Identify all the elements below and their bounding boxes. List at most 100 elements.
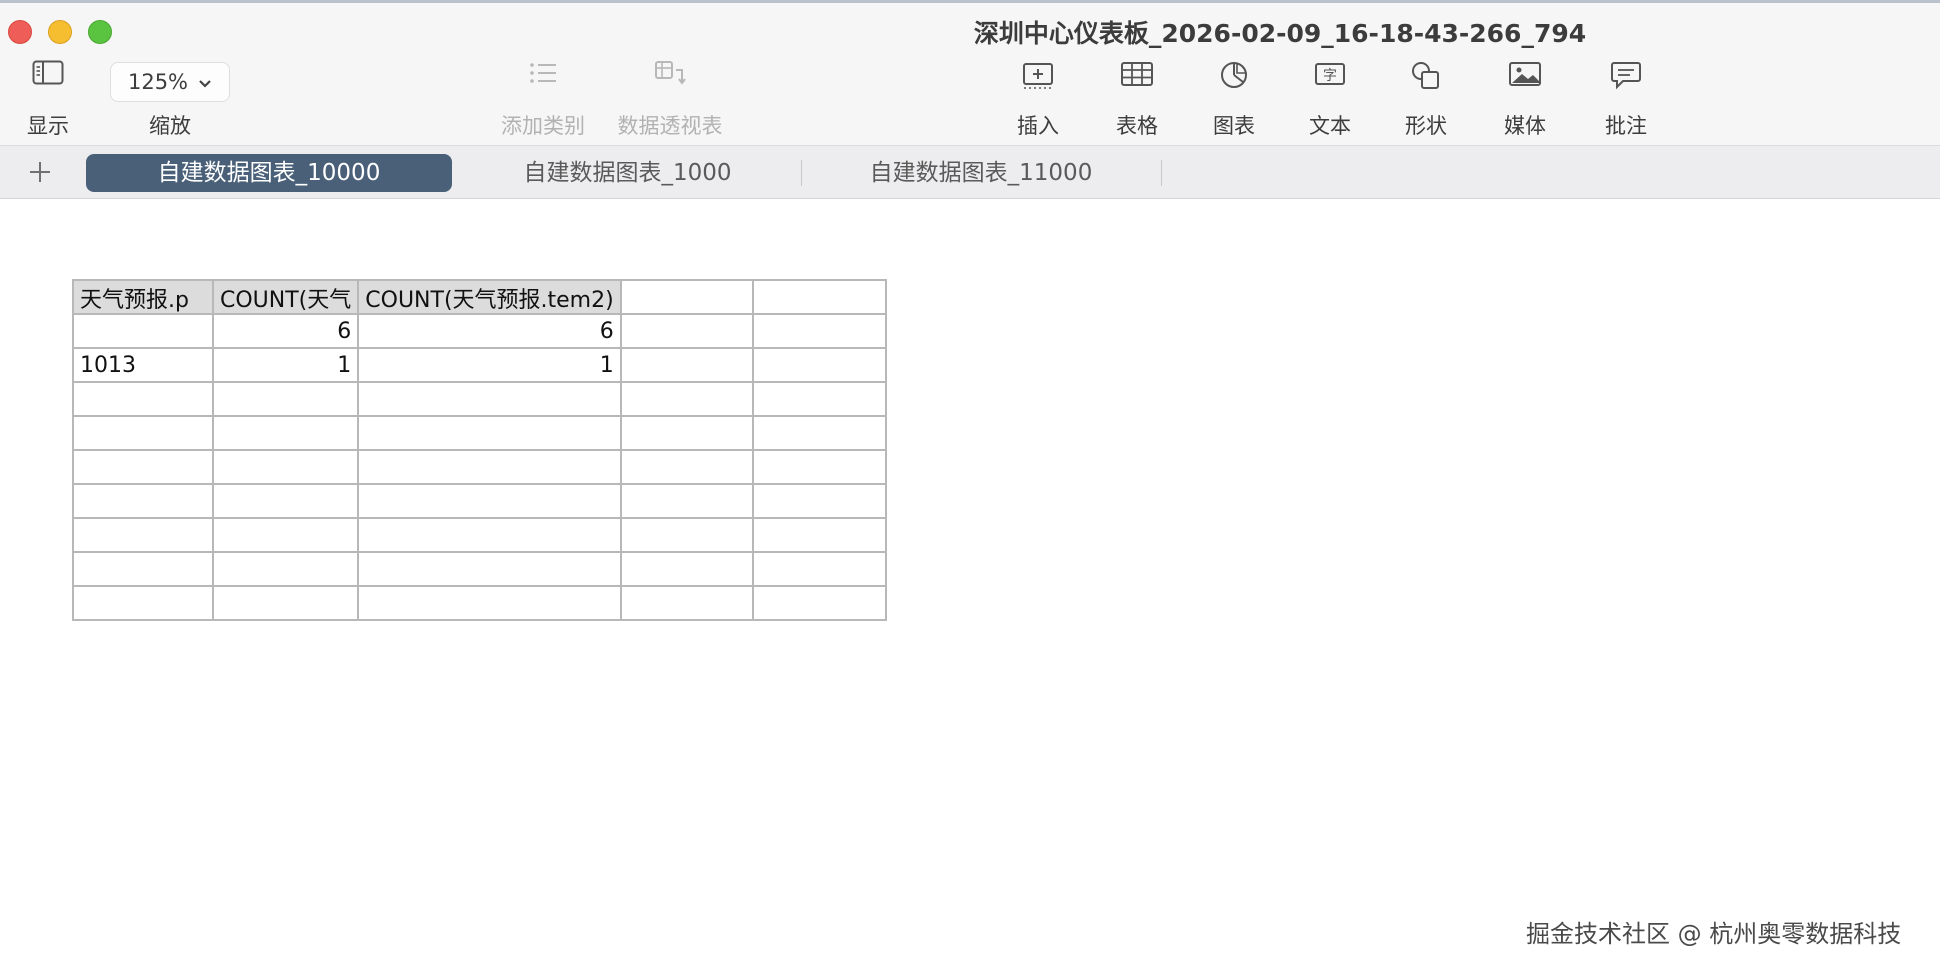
table-cell[interactable] — [72, 449, 214, 485]
tab-sheet-11000[interactable]: 自建数据图表_11000 — [802, 154, 1160, 192]
table-cell[interactable] — [211, 551, 360, 587]
table-row: 6 6 — [72, 313, 887, 349]
table-cell[interactable] — [751, 415, 887, 451]
view-label: 显示 — [27, 114, 69, 138]
table-cell[interactable] — [357, 415, 622, 451]
image-icon — [1479, 60, 1571, 102]
chart-button[interactable]: 图表 — [1188, 60, 1280, 140]
table-cell[interactable]: 6 — [357, 313, 622, 349]
table-row — [72, 551, 887, 587]
tab-separator — [1161, 160, 1162, 186]
table-row — [72, 449, 887, 485]
header-cell[interactable]: COUNT(天气预报.tem2) — [357, 279, 622, 315]
close-window-button[interactable] — [8, 20, 32, 44]
table-cell[interactable] — [211, 585, 360, 621]
comment-icon — [1580, 60, 1672, 102]
zoom-value: 125% — [127, 70, 189, 94]
table-cell[interactable] — [211, 517, 360, 553]
table-cell[interactable] — [751, 517, 887, 553]
table-row — [72, 381, 887, 417]
table-cell[interactable]: 6 — [211, 313, 360, 349]
minimize-window-button[interactable] — [48, 20, 72, 44]
table-cell[interactable] — [751, 551, 887, 587]
table-cell[interactable] — [619, 483, 754, 519]
table-cell[interactable] — [72, 585, 214, 621]
table-cell[interactable] — [357, 483, 622, 519]
table-cell[interactable] — [72, 313, 214, 349]
table-label: 表格 — [1116, 114, 1158, 138]
add-category-label: 添加类别 — [501, 114, 585, 138]
table-cell[interactable] — [72, 517, 214, 553]
table-cell[interactable] — [357, 551, 622, 587]
table-cell[interactable] — [619, 381, 754, 417]
table-row — [72, 483, 887, 519]
header-cell[interactable]: 天气预报.p — [72, 279, 214, 315]
table-cell[interactable]: 1 — [357, 347, 622, 383]
zoom-label: 缩放 — [149, 114, 191, 138]
svg-text:字: 字 — [1323, 68, 1337, 84]
pivot-table-button[interactable]: 数据透视表 — [610, 60, 730, 140]
shape-button[interactable]: 形状 — [1380, 60, 1472, 140]
table-cell[interactable] — [211, 415, 360, 451]
table-cell[interactable] — [211, 449, 360, 485]
table-cell[interactable] — [357, 381, 622, 417]
table-cell[interactable] — [357, 449, 622, 485]
table-cell[interactable] — [751, 347, 887, 383]
header-cell[interactable] — [619, 279, 754, 315]
table-cell[interactable] — [211, 381, 360, 417]
toolbar: 深圳中心仪表板_2026-02-09_16-18-43-266_794 显示 1… — [0, 0, 1940, 145]
zoom-select[interactable]: 125% — [110, 62, 230, 102]
fullscreen-window-button[interactable] — [88, 20, 112, 44]
insert-button[interactable]: 插入 — [992, 60, 1084, 140]
add-category-button[interactable]: 添加类别 — [497, 60, 589, 140]
comment-button[interactable]: 批注 — [1580, 60, 1672, 140]
comment-label: 批注 — [1605, 114, 1647, 138]
media-button[interactable]: 媒体 — [1479, 60, 1571, 140]
tab-sheet-10000[interactable]: 自建数据图表_10000 — [86, 154, 452, 192]
table-cell[interactable] — [751, 449, 887, 485]
window-top-edge — [0, 0, 1940, 3]
add-sheet-button[interactable] — [22, 154, 58, 190]
table-cell[interactable] — [357, 585, 622, 621]
table-cell[interactable]: 1 — [211, 347, 360, 383]
table-cell[interactable] — [619, 551, 754, 587]
text-box-icon: 字 — [1284, 60, 1376, 102]
table-cell[interactable] — [751, 313, 887, 349]
table-cell[interactable] — [751, 585, 887, 621]
table-row — [72, 585, 887, 621]
table-cell[interactable] — [619, 517, 754, 553]
header-cell[interactable] — [751, 279, 887, 315]
table-cell[interactable] — [357, 517, 622, 553]
table-cell[interactable] — [619, 347, 754, 383]
text-label: 文本 — [1309, 114, 1351, 138]
header-row: 天气预报.p COUNT(天气 COUNT(天气预报.tem2) — [72, 279, 887, 315]
pivot-table-label: 数据透视表 — [617, 114, 723, 138]
table-cell[interactable] — [211, 483, 360, 519]
table-icon — [1091, 60, 1183, 102]
table-cell[interactable] — [751, 381, 887, 417]
table-cell[interactable] — [72, 483, 214, 519]
plus-icon — [30, 162, 50, 182]
table-cell[interactable] — [72, 381, 214, 417]
pivot-table-icon — [610, 60, 730, 102]
insert-label: 插入 — [1017, 114, 1059, 138]
watermark: 掘金技术社区 @ 杭州奥零数据科技 — [1526, 920, 1902, 948]
table-row: 1013 1 1 — [72, 347, 887, 383]
table-cell[interactable] — [72, 415, 214, 451]
tab-sheet-1000[interactable]: 自建数据图表_1000 — [455, 154, 800, 192]
header-cell[interactable]: COUNT(天气 — [211, 279, 360, 315]
window-title: 深圳中心仪表板_2026-02-09_16-18-43-266_794 — [973, 19, 1587, 48]
table-cell[interactable] — [72, 551, 214, 587]
text-button[interactable]: 字 文本 — [1284, 60, 1376, 140]
insert-icon — [992, 60, 1084, 102]
shape-label: 形状 — [1405, 114, 1447, 138]
table-button[interactable]: 表格 — [1091, 60, 1183, 140]
table-cell[interactable] — [619, 449, 754, 485]
table-row — [72, 415, 887, 451]
table-cell[interactable] — [619, 313, 754, 349]
table-cell[interactable] — [619, 415, 754, 451]
table-cell[interactable]: 1013 — [72, 347, 214, 383]
table-cell[interactable] — [619, 585, 754, 621]
table-cell[interactable] — [751, 483, 887, 519]
view-button[interactable]: 显示 — [2, 60, 94, 140]
